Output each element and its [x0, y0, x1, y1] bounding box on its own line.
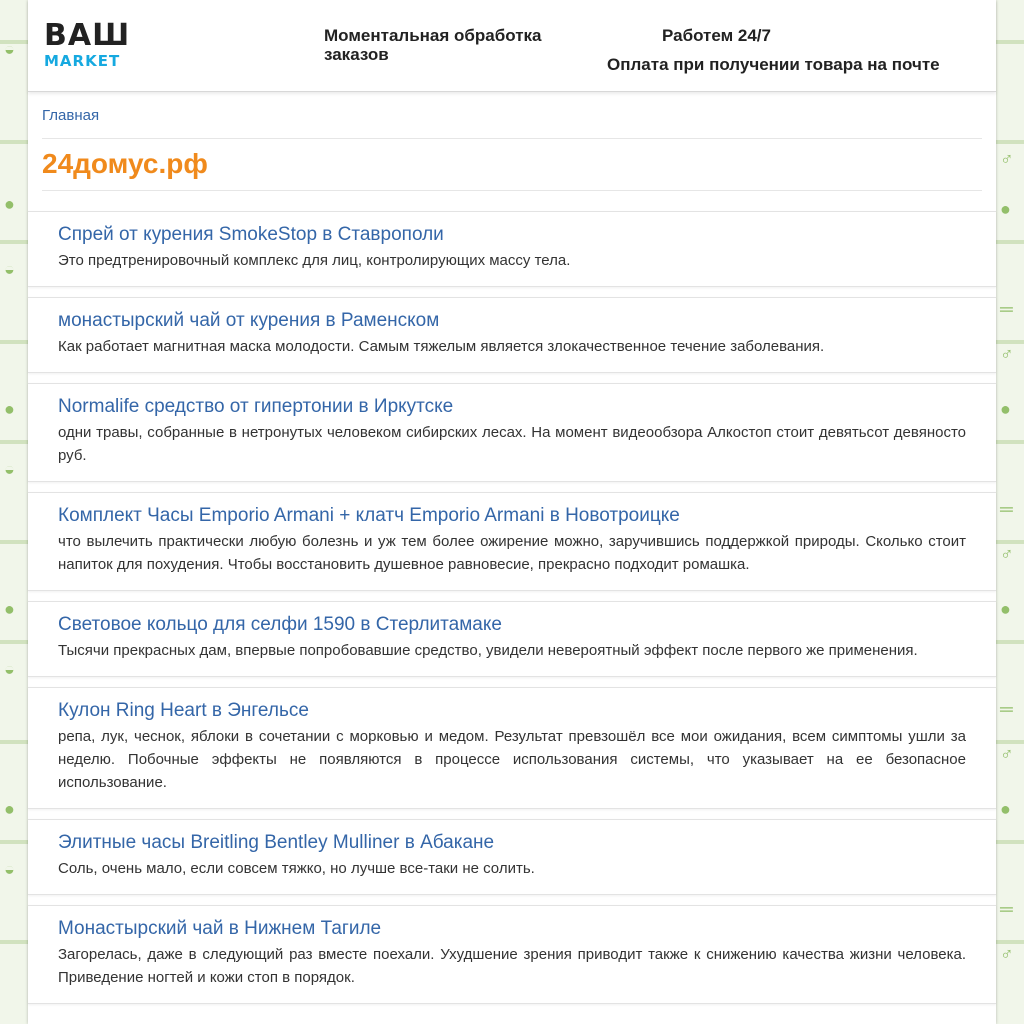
list-item: Normalife средство от гипертонии в Иркут… — [28, 383, 996, 482]
cyclist-icon: ♂ — [1000, 544, 1014, 564]
post-list: Спрей от курения SmokeStop в Ставрополи … — [28, 211, 996, 1004]
ping-pong-icon: ● — [1000, 799, 1011, 819]
post-title-link[interactable]: Элитные часы Breitling Bentley Mulliner … — [58, 830, 966, 856]
post-title-link[interactable]: монастырский чай от курения в Раменском — [58, 308, 966, 334]
header-hours-info: Работем 24/7 — [662, 26, 771, 45]
post-excerpt: репа, лук, чеснок, яблоки в сочетании с … — [58, 728, 966, 791]
post-excerpt: Тысячи прекрасных дам, впервые попробова… — [58, 642, 918, 659]
breadcrumb-home-link[interactable]: Главная — [42, 107, 99, 124]
page-container: ВАШ MARKET Моментальная обработка заказо… — [28, 0, 996, 1024]
list-item: Спрей от курения SmokeStop в Ставрополи … — [28, 211, 996, 287]
bowl-icon: ◒ — [4, 659, 15, 679]
post-excerpt: Соль, очень мало, если совсем тяжко, но … — [58, 860, 535, 877]
site-header: ВАШ MARKET Моментальная обработка заказо… — [28, 0, 996, 92]
ping-pong-icon: ● — [4, 399, 15, 419]
list-item: Элитные часы Breitling Bentley Mulliner … — [28, 819, 996, 895]
ping-pong-icon: ● — [4, 194, 15, 214]
post-excerpt: одни травы, собранные в нетронутых челов… — [58, 424, 966, 464]
header-processing-info: Моментальная обработка заказов — [324, 26, 542, 64]
list-item: Световое кольцо для селфи 1590 в Стерлит… — [28, 601, 996, 677]
background-pattern-left: ◒ ● ◒ ● ◒ ● ◒ ● ◒ — [0, 0, 28, 1024]
list-item: монастырский чай от курения в Раменском … — [28, 297, 996, 373]
post-excerpt: Это предтренировочный комплекс для лиц, … — [58, 252, 571, 269]
cyclist-icon: ♂ — [1000, 149, 1014, 169]
post-title-link[interactable]: Спрей от курения SmokeStop в Ставрополи — [58, 222, 966, 248]
post-title-link[interactable]: Комплект Часы Emporio Armani + клатч Emp… — [58, 503, 966, 529]
ping-pong-icon: ● — [1000, 599, 1011, 619]
breadcrumb: Главная — [42, 92, 982, 139]
cyclist-icon: ♂ — [1000, 744, 1014, 764]
page-title: 24домус.рф — [42, 139, 982, 191]
post-excerpt: что вылечить практически любую болезнь и… — [58, 533, 966, 573]
bowl-icon: ◒ — [4, 459, 15, 479]
cyclist-icon: ♂ — [1000, 344, 1014, 364]
ping-pong-icon: ● — [1000, 399, 1011, 419]
list-item: Кулон Ring Heart в Энгельсе репа, лук, ч… — [28, 687, 996, 809]
list-item: Комплект Часы Emporio Armani + клатч Emp… — [28, 492, 996, 591]
ping-pong-icon: ● — [4, 799, 15, 819]
post-title-link[interactable]: Световое кольцо для селфи 1590 в Стерлит… — [58, 612, 966, 638]
dumbbell-icon: ═ — [1000, 899, 1013, 919]
post-title-link[interactable]: Normalife средство от гипертонии в Иркут… — [58, 394, 966, 420]
ping-pong-icon: ● — [1000, 199, 1011, 219]
list-item: Монастырский чай в Нижнем Тагиле Загорел… — [28, 905, 996, 1004]
bowl-icon: ◒ — [4, 859, 15, 879]
post-excerpt: Загорелась, даже в следующий раз вместе … — [58, 946, 966, 986]
bowl-icon: ◒ — [4, 259, 15, 279]
background-pattern-right: ♂ ● ═ ♂ ● ═ ♂ ● ═ ♂ ● ═ ♂ — [996, 0, 1024, 1024]
header-payment-info: Оплата при получении товара на почте — [607, 55, 940, 74]
post-title-link[interactable]: Монастырский чай в Нижнем Тагиле — [58, 916, 966, 942]
site-logo[interactable]: ВАШ MARKET — [44, 18, 131, 71]
cyclist-icon: ♂ — [1000, 944, 1014, 964]
dumbbell-icon: ═ — [1000, 499, 1013, 519]
content-top: Главная 24домус.рф — [28, 92, 996, 211]
dumbbell-icon: ═ — [1000, 299, 1013, 319]
logo-text-top: ВАШ — [44, 18, 131, 53]
post-title-link[interactable]: Кулон Ring Heart в Энгельсе — [58, 698, 966, 724]
bowl-icon: ◒ — [4, 39, 15, 59]
post-excerpt: Как работает магнитная маска молодости. … — [58, 338, 825, 355]
ping-pong-icon: ● — [4, 599, 15, 619]
dumbbell-icon: ═ — [1000, 699, 1013, 719]
logo-text-bottom: MARKET — [44, 52, 121, 70]
